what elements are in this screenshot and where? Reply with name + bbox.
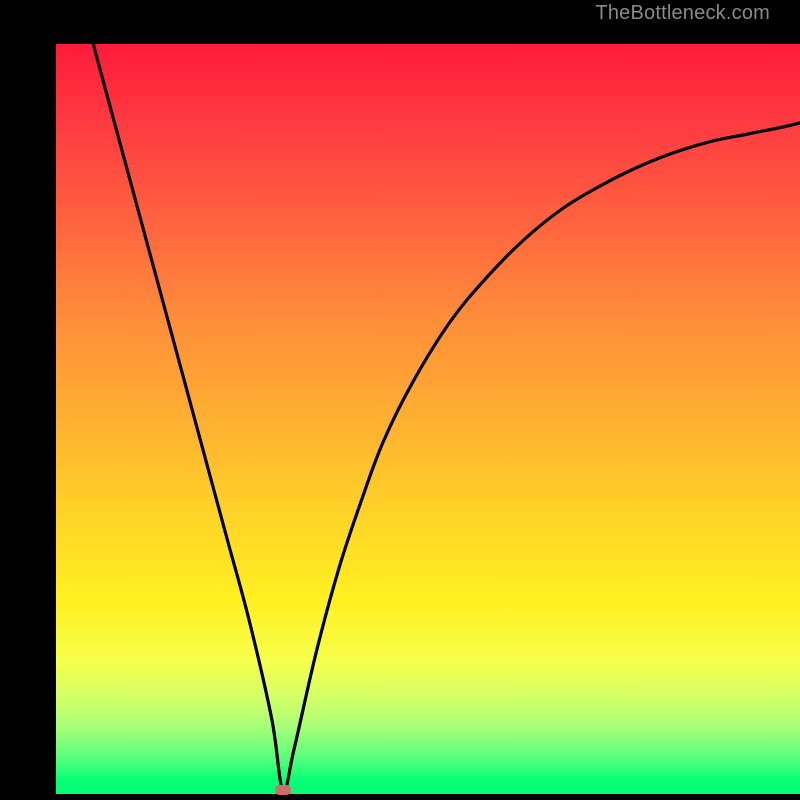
min-marker bbox=[275, 785, 291, 795]
plot-area bbox=[56, 44, 800, 794]
bottleneck-curve bbox=[56, 44, 800, 794]
chart-frame bbox=[0, 0, 800, 800]
watermark-text: TheBottleneck.com bbox=[595, 2, 770, 25]
